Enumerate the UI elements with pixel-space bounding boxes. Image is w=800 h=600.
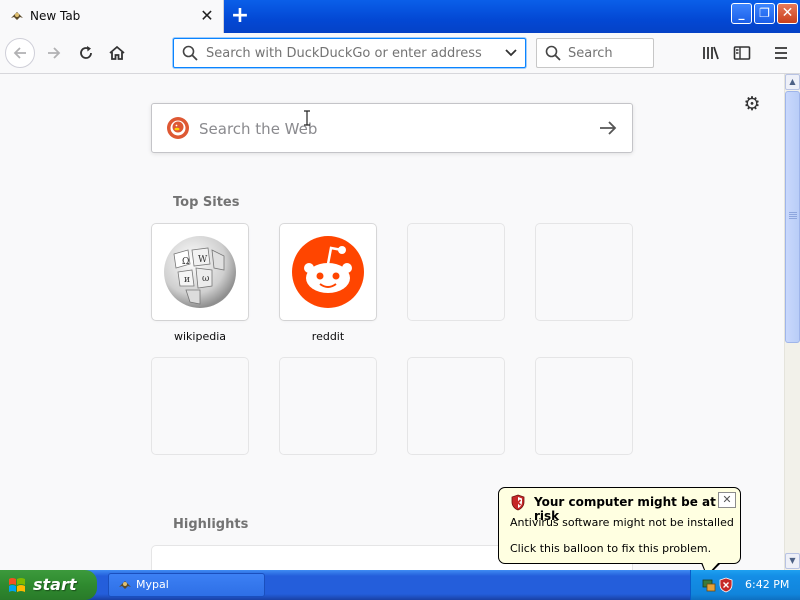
vertical-scrollbar[interactable]: ▲ ▼ — [784, 74, 800, 570]
wikipedia-globe-icon: Ω W и ω — [164, 236, 236, 308]
title-bar: New Tab ✕ + _ ❐ ✕ — [0, 0, 800, 34]
top-site-tile-wikipedia[interactable]: Ω W и ω — [152, 224, 248, 320]
search-bar-placeholder: Search — [568, 46, 613, 61]
chevron-down-icon[interactable] — [504, 47, 518, 59]
url-bar-placeholder: Search with DuckDuckGo or enter address — [206, 46, 482, 61]
top-site-empty-slot — [408, 224, 504, 320]
sidebar-button[interactable] — [728, 39, 756, 67]
top-site-label[interactable]: reddit — [280, 330, 376, 343]
svg-text:и: и — [184, 275, 190, 285]
network-icon[interactable] — [701, 577, 717, 593]
new-tab-button[interactable]: + — [228, 4, 252, 28]
top-sites-heading: Top Sites — [173, 195, 240, 210]
maximize-button[interactable]: ❐ — [754, 3, 775, 24]
web-search-box[interactable]: Search the Web — [151, 103, 633, 153]
close-window-button[interactable]: ✕ — [777, 3, 798, 24]
security-center-icon[interactable] — [719, 577, 733, 593]
top-site-empty-slot — [536, 358, 632, 454]
hamburger-menu-icon — [775, 47, 787, 59]
search-icon — [545, 45, 561, 61]
sidebar-icon — [733, 46, 751, 60]
scroll-grip — [789, 212, 797, 220]
library-icon — [703, 46, 719, 60]
scroll-up-arrow-icon[interactable]: ▲ — [785, 74, 800, 90]
library-button[interactable] — [697, 39, 725, 67]
scroll-thumb[interactable] — [785, 91, 800, 343]
search-icon — [182, 45, 198, 61]
mypal-favicon-icon — [11, 12, 23, 20]
top-site-empty-slot — [536, 224, 632, 320]
gear-icon[interactable]: ⚙ — [742, 94, 762, 114]
arrow-right-icon[interactable] — [596, 116, 620, 140]
search-bar[interactable]: Search — [536, 38, 654, 68]
balloon-message: Antivirus software might not be installe… — [510, 516, 734, 529]
reload-button[interactable] — [72, 39, 100, 67]
minimize-button[interactable]: _ — [731, 3, 752, 24]
windows-logo-icon — [9, 578, 25, 592]
system-tray: 6:42 PM — [690, 570, 800, 600]
navigation-toolbar: Search with DuckDuckGo or enter address … — [0, 33, 800, 74]
reddit-alien-icon — [292, 236, 364, 308]
reload-icon — [80, 46, 92, 59]
top-site-tile-reddit[interactable] — [280, 224, 376, 320]
highlights-heading: Highlights — [173, 517, 249, 532]
forward-arrow-icon — [48, 47, 61, 59]
top-site-empty-slot — [408, 358, 504, 454]
url-bar[interactable]: Search with DuckDuckGo or enter address — [173, 38, 526, 68]
taskbar: start Mypal 6:42 PM — [0, 570, 800, 600]
top-site-label[interactable]: wikipedia — [152, 330, 248, 343]
back-button[interactable] — [5, 38, 35, 68]
tab-close-icon[interactable]: ✕ — [198, 6, 216, 26]
duckduckgo-logo-icon — [167, 117, 189, 139]
tab-new-tab[interactable]: New Tab ✕ — [0, 0, 224, 34]
home-button[interactable] — [103, 39, 131, 67]
svg-text:Ω: Ω — [182, 257, 189, 267]
top-site-empty-slot — [280, 358, 376, 454]
taskbar-item-label: Mypal — [136, 578, 169, 591]
back-arrow-icon — [13, 47, 26, 59]
start-button[interactable]: start — [0, 570, 97, 600]
clock: 6:42 PM — [745, 578, 790, 591]
menu-button[interactable] — [767, 39, 795, 67]
security-alert-balloon[interactable]: Your computer might be at risk ✕ Antivir… — [498, 487, 741, 577]
web-search-placeholder: Search the Web — [199, 120, 318, 138]
forward-button[interactable] — [40, 39, 68, 67]
security-shield-icon — [511, 494, 525, 511]
start-label: start — [33, 575, 77, 594]
top-site-empty-slot — [152, 358, 248, 454]
svg-text:W: W — [198, 255, 208, 265]
text-cursor-icon — [304, 110, 310, 126]
taskbar-item-mypal[interactable]: Mypal — [108, 573, 265, 597]
scroll-down-arrow-icon[interactable]: ▼ — [785, 553, 800, 569]
tab-title: New Tab — [30, 9, 81, 23]
svg-text:ω: ω — [202, 274, 209, 284]
balloon-close-button[interactable]: ✕ — [718, 492, 736, 508]
balloon-instruction: Click this balloon to fix this problem. — [510, 542, 712, 555]
home-icon — [109, 45, 125, 60]
mypal-app-icon — [119, 581, 131, 589]
